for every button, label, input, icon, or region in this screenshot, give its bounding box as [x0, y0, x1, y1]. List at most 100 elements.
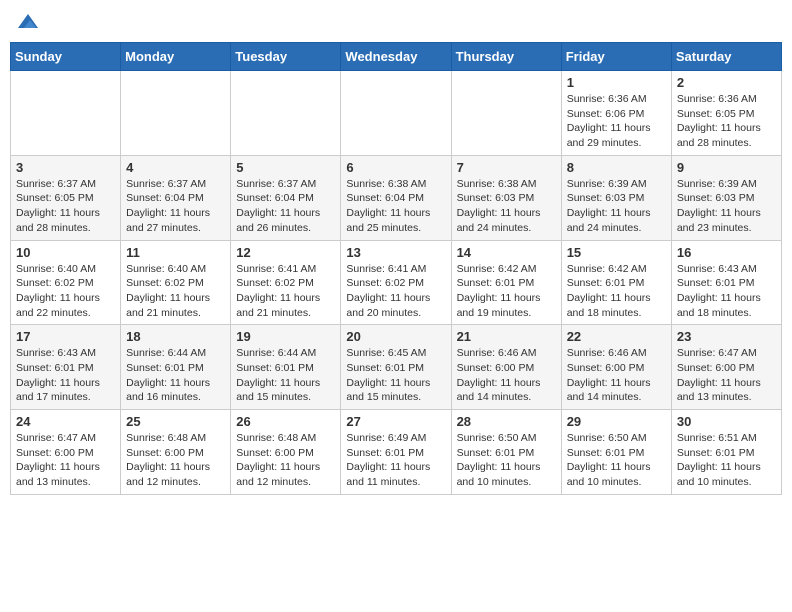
calendar-day-cell: 11 Sunrise: 6:40 AM Sunset: 6:02 PM Dayli… [121, 240, 231, 325]
day-info: Sunrise: 6:47 AM Sunset: 6:00 PM Dayligh… [16, 431, 115, 490]
day-number: 11 [126, 245, 225, 260]
weekday-header-cell: Tuesday [231, 43, 341, 71]
day-info: Sunrise: 6:39 AM Sunset: 6:03 PM Dayligh… [677, 177, 776, 236]
calendar-body: 1 Sunrise: 6:36 AM Sunset: 6:06 PM Daylig… [11, 71, 782, 495]
day-number: 23 [677, 329, 776, 344]
day-number: 5 [236, 160, 335, 175]
day-info: Sunrise: 6:48 AM Sunset: 6:00 PM Dayligh… [236, 431, 335, 490]
day-number: 10 [16, 245, 115, 260]
day-number: 3 [16, 160, 115, 175]
day-number: 13 [346, 245, 445, 260]
day-number: 17 [16, 329, 115, 344]
calendar-day-cell [231, 71, 341, 156]
day-info: Sunrise: 6:41 AM Sunset: 6:02 PM Dayligh… [236, 262, 335, 321]
day-number: 19 [236, 329, 335, 344]
day-number: 9 [677, 160, 776, 175]
weekday-header-cell: Wednesday [341, 43, 451, 71]
day-info: Sunrise: 6:50 AM Sunset: 6:01 PM Dayligh… [457, 431, 556, 490]
day-number: 1 [567, 75, 666, 90]
calendar-week-row: 10 Sunrise: 6:40 AM Sunset: 6:02 PM Dayli… [11, 240, 782, 325]
calendar-week-row: 3 Sunrise: 6:37 AM Sunset: 6:05 PM Daylig… [11, 155, 782, 240]
calendar-day-cell: 28 Sunrise: 6:50 AM Sunset: 6:01 PM Dayli… [451, 410, 561, 495]
calendar-day-cell: 3 Sunrise: 6:37 AM Sunset: 6:05 PM Daylig… [11, 155, 121, 240]
calendar-day-cell: 4 Sunrise: 6:37 AM Sunset: 6:04 PM Daylig… [121, 155, 231, 240]
day-number: 18 [126, 329, 225, 344]
calendar-day-cell: 19Sunrise: 6:44 AM Sunset: 6:01 PM Dayli… [231, 325, 341, 410]
day-info: Sunrise: 6:37 AM Sunset: 6:04 PM Dayligh… [236, 177, 335, 236]
calendar-day-cell: 30Sunrise: 6:51 AM Sunset: 6:01 PM Dayli… [671, 410, 781, 495]
day-number: 4 [126, 160, 225, 175]
day-info: Sunrise: 6:44 AM Sunset: 6:01 PM Dayligh… [126, 346, 225, 405]
day-number: 28 [457, 414, 556, 429]
calendar-day-cell: 8 Sunrise: 6:39 AM Sunset: 6:03 PM Daylig… [561, 155, 671, 240]
day-info: Sunrise: 6:36 AM Sunset: 6:05 PM Dayligh… [677, 92, 776, 151]
day-number: 20 [346, 329, 445, 344]
calendar-day-cell: 2 Sunrise: 6:36 AM Sunset: 6:05 PM Daylig… [671, 71, 781, 156]
day-info: Sunrise: 6:49 AM Sunset: 6:01 PM Dayligh… [346, 431, 445, 490]
day-info: Sunrise: 6:40 AM Sunset: 6:02 PM Dayligh… [16, 262, 115, 321]
page-header [10, 10, 782, 34]
calendar-day-cell: 16Sunrise: 6:43 AM Sunset: 6:01 PM Dayli… [671, 240, 781, 325]
calendar-week-row: 17 Sunrise: 6:43 AM Sunset: 6:01 PM Dayli… [11, 325, 782, 410]
day-number: 16 [677, 245, 776, 260]
calendar-table: SundayMondayTuesdayWednesdayThursdayFrid… [10, 42, 782, 495]
calendar-day-cell: 20 Sunrise: 6:45 AM Sunset: 6:01 PM Dayli… [341, 325, 451, 410]
day-info: Sunrise: 6:51 AM Sunset: 6:01 PM Dayligh… [677, 431, 776, 490]
calendar-day-cell: 14 Sunrise: 6:42 AM Sunset: 6:01 PM Dayli… [451, 240, 561, 325]
day-info: Sunrise: 6:37 AM Sunset: 6:05 PM Dayligh… [16, 177, 115, 236]
day-number: 12 [236, 245, 335, 260]
calendar-day-cell [11, 71, 121, 156]
day-number: 26 [236, 414, 335, 429]
day-info: Sunrise: 6:46 AM Sunset: 6:00 PM Dayligh… [457, 346, 556, 405]
weekday-header-cell: Saturday [671, 43, 781, 71]
day-info: Sunrise: 6:41 AM Sunset: 6:02 PM Dayligh… [346, 262, 445, 321]
day-info: Sunrise: 6:39 AM Sunset: 6:03 PM Dayligh… [567, 177, 666, 236]
day-info: Sunrise: 6:40 AM Sunset: 6:02 PM Dayligh… [126, 262, 225, 321]
weekday-header-cell: Monday [121, 43, 231, 71]
calendar-day-cell: 5 Sunrise: 6:37 AM Sunset: 6:04 PM Daylig… [231, 155, 341, 240]
day-number: 29 [567, 414, 666, 429]
calendar-day-cell: 18 Sunrise: 6:44 AM Sunset: 6:01 PM Dayli… [121, 325, 231, 410]
logo [14, 10, 40, 34]
day-number: 25 [126, 414, 225, 429]
day-info: Sunrise: 6:38 AM Sunset: 6:04 PM Dayligh… [346, 177, 445, 236]
day-number: 7 [457, 160, 556, 175]
calendar-day-cell: 21Sunrise: 6:46 AM Sunset: 6:00 PM Dayli… [451, 325, 561, 410]
day-info: Sunrise: 6:50 AM Sunset: 6:01 PM Dayligh… [567, 431, 666, 490]
calendar-day-cell: 29 Sunrise: 6:50 AM Sunset: 6:01 PM Dayli… [561, 410, 671, 495]
calendar-day-cell: 12 Sunrise: 6:41 AM Sunset: 6:02 PM Dayli… [231, 240, 341, 325]
weekday-header-cell: Thursday [451, 43, 561, 71]
day-info: Sunrise: 6:36 AM Sunset: 6:06 PM Dayligh… [567, 92, 666, 151]
calendar-day-cell: 9 Sunrise: 6:39 AM Sunset: 6:03 PM Daylig… [671, 155, 781, 240]
day-info: Sunrise: 6:47 AM Sunset: 6:00 PM Dayligh… [677, 346, 776, 405]
calendar-day-cell: 24 Sunrise: 6:47 AM Sunset: 6:00 PM Dayli… [11, 410, 121, 495]
day-info: Sunrise: 6:38 AM Sunset: 6:03 PM Dayligh… [457, 177, 556, 236]
day-info: Sunrise: 6:43 AM Sunset: 6:01 PM Dayligh… [16, 346, 115, 405]
day-number: 14 [457, 245, 556, 260]
day-number: 24 [16, 414, 115, 429]
calendar-week-row: 1 Sunrise: 6:36 AM Sunset: 6:06 PM Daylig… [11, 71, 782, 156]
calendar-day-cell: 15Sunrise: 6:42 AM Sunset: 6:01 PM Dayli… [561, 240, 671, 325]
calendar-day-cell: 17 Sunrise: 6:43 AM Sunset: 6:01 PM Dayli… [11, 325, 121, 410]
calendar-day-cell: 22 Sunrise: 6:46 AM Sunset: 6:00 PM Dayli… [561, 325, 671, 410]
day-number: 2 [677, 75, 776, 90]
day-info: Sunrise: 6:37 AM Sunset: 6:04 PM Dayligh… [126, 177, 225, 236]
day-info: Sunrise: 6:42 AM Sunset: 6:01 PM Dayligh… [457, 262, 556, 321]
calendar-day-cell: 6 Sunrise: 6:38 AM Sunset: 6:04 PM Daylig… [341, 155, 451, 240]
day-number: 8 [567, 160, 666, 175]
calendar-day-cell [451, 71, 561, 156]
calendar-day-cell: 25 Sunrise: 6:48 AM Sunset: 6:00 PM Dayli… [121, 410, 231, 495]
day-number: 27 [346, 414, 445, 429]
calendar-day-cell [121, 71, 231, 156]
logo-icon [16, 10, 40, 34]
weekday-header-cell: Friday [561, 43, 671, 71]
day-number: 6 [346, 160, 445, 175]
day-info: Sunrise: 6:45 AM Sunset: 6:01 PM Dayligh… [346, 346, 445, 405]
day-info: Sunrise: 6:46 AM Sunset: 6:00 PM Dayligh… [567, 346, 666, 405]
day-number: 15 [567, 245, 666, 260]
day-info: Sunrise: 6:48 AM Sunset: 6:00 PM Dayligh… [126, 431, 225, 490]
weekday-header-cell: Sunday [11, 43, 121, 71]
calendar-week-row: 24 Sunrise: 6:47 AM Sunset: 6:00 PM Dayli… [11, 410, 782, 495]
day-number: 22 [567, 329, 666, 344]
calendar-day-cell: 23 Sunrise: 6:47 AM Sunset: 6:00 PM Dayli… [671, 325, 781, 410]
